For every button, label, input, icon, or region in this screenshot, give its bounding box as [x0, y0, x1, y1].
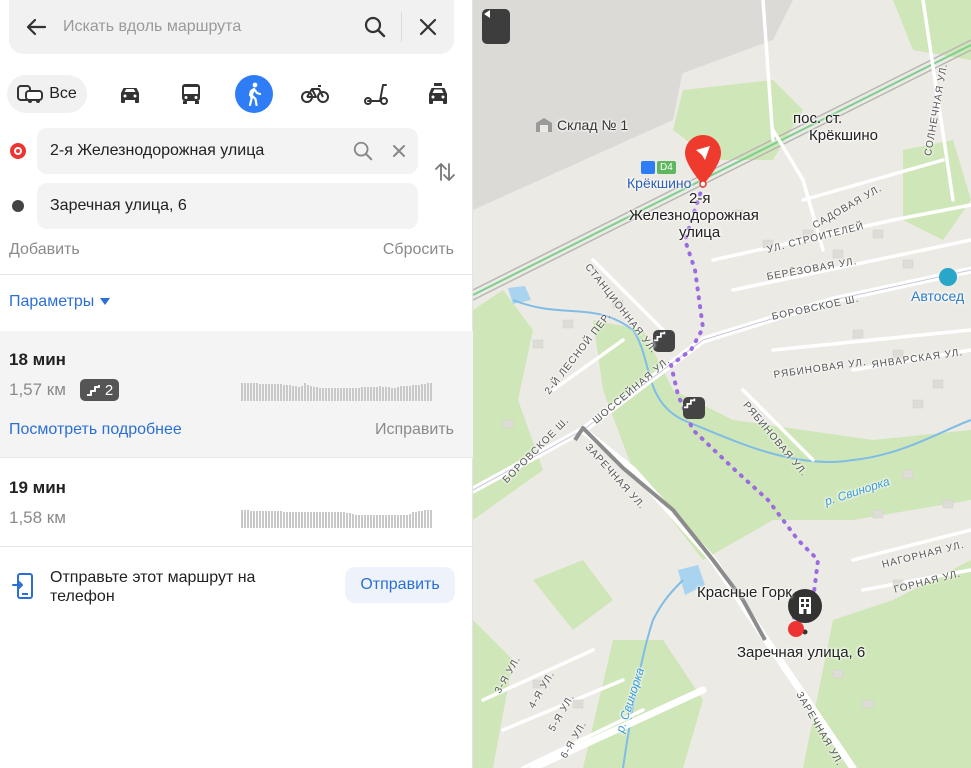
from-value: 2-я Железнодорожная улица [50, 142, 265, 159]
start-point-marker [10, 143, 26, 159]
clear-icon[interactable] [392, 144, 406, 158]
label-start-3: улица [679, 224, 721, 241]
stairs-icon [86, 385, 100, 396]
elevation-profile [241, 383, 432, 401]
parameters-label: Параметры [9, 293, 95, 310]
mode-all-button[interactable]: Все [7, 75, 87, 113]
route-distance: 1,58 км [9, 508, 66, 527]
mode-taxi-button[interactable] [419, 75, 457, 113]
route-time: 19 мин [9, 478, 66, 497]
route-point-from: 2-я Железнодорожная улица [0, 128, 473, 174]
reset-button[interactable]: Сбросить [383, 241, 454, 259]
end-point-marker [12, 200, 24, 212]
phone-send-icon [12, 573, 33, 599]
divider [0, 274, 473, 275]
search-button[interactable] [349, 0, 401, 54]
search-icon [364, 16, 386, 38]
start-point-dot [699, 180, 707, 188]
parameters-button[interactable]: Параметры [9, 293, 111, 311]
route-point-to: Заречная улица, 6 [0, 183, 473, 229]
swap-points-button[interactable] [433, 160, 457, 184]
caret-down-icon [100, 298, 111, 305]
send-to-phone-block: Отправьте этот маршрут на телефон Отправ… [0, 560, 473, 616]
add-point-button[interactable]: Добавить [9, 241, 80, 259]
d4-line-badge: D4 [657, 161, 676, 174]
bicycle-icon [301, 85, 329, 103]
search-icon[interactable] [352, 140, 374, 162]
mode-scooter-button[interactable] [357, 75, 395, 113]
route-panel: Искать вдоль маршрута Все 2-я Железнодор… [0, 0, 473, 768]
stairs-badge: 2 [80, 379, 119, 401]
autoservice-icon [939, 268, 957, 286]
warehouse-icon [536, 118, 552, 132]
stairs-icon [653, 331, 666, 342]
route-details-link[interactable]: Посмотреть подробнее [9, 421, 182, 439]
map-view[interactable]: D4 Склад № 1 пос. ст. Крёкшино Крёкшино … [473, 0, 971, 768]
train-station-icon [641, 161, 655, 174]
label-start-2: Железнодорожная [629, 207, 759, 224]
to-input[interactable]: Заречная улица, 6 [37, 183, 418, 229]
route-search-bar: Искать вдоль маршрута [9, 0, 454, 54]
triangle-left-icon [484, 10, 490, 18]
mode-bus-button[interactable] [172, 75, 210, 113]
stairs-marker[interactable] [683, 397, 705, 419]
pedestrian-icon [248, 82, 262, 106]
car-icon [121, 88, 139, 103]
mode-pedestrian-button[interactable] [235, 75, 273, 113]
label-end-point: Заречная улица, 6 [737, 644, 866, 661]
label-kreksino-station: Крёкшино [627, 175, 692, 191]
route-time: 18 мин [9, 350, 66, 369]
label-pos-st-1: пос. ст. [793, 110, 843, 127]
close-icon [419, 18, 437, 36]
label-avtoserv: Автосед [911, 288, 965, 304]
stairs-count: 2 [104, 381, 114, 399]
from-input[interactable]: 2-я Железнодорожная улица [37, 128, 418, 174]
route-points-actions: Добавить Сбросить [9, 241, 454, 259]
end-point-marker [788, 621, 804, 637]
scooter-icon [364, 84, 388, 105]
transport-modes: Все [0, 72, 473, 116]
route-option-2[interactable]: 19 мин 1,58 км [0, 458, 473, 546]
back-button[interactable] [9, 0, 63, 54]
mode-car-button[interactable] [111, 75, 149, 113]
bus-icon [182, 84, 200, 104]
to-value: Заречная улица, 6 [50, 197, 187, 214]
label-krasnye-gory: Красные Горк [697, 584, 792, 601]
label-pos-st-2: Крёкшино [809, 127, 879, 144]
swap-icon [435, 163, 455, 181]
close-button[interactable] [402, 0, 454, 54]
arrow-left-icon [26, 18, 47, 36]
stairs-icon [683, 398, 696, 409]
send-button[interactable]: Отправить [345, 567, 455, 603]
collapse-panel-button[interactable] [482, 9, 510, 44]
mode-all-label: Все [49, 85, 77, 102]
mode-bicycle-button[interactable] [296, 75, 334, 113]
search-input[interactable]: Искать вдоль маршрута [63, 18, 349, 36]
divider [0, 546, 473, 547]
fix-route-link[interactable]: Исправить [375, 421, 454, 439]
taxi-icon [429, 83, 447, 104]
route-distance: 1,57 км [9, 380, 66, 399]
all-transport-icon [17, 85, 44, 103]
label-sklad: Склад № 1 [557, 117, 629, 133]
label-start-1: 2-я [689, 190, 711, 207]
send-to-phone-text: Отправьте этот маршрут на телефон [50, 569, 256, 605]
elevation-profile [241, 510, 432, 528]
route-option-1[interactable]: 18 мин 1,57 км 2 Посмотреть подробнее Ис… [0, 331, 473, 457]
from-input-actions [352, 128, 406, 174]
